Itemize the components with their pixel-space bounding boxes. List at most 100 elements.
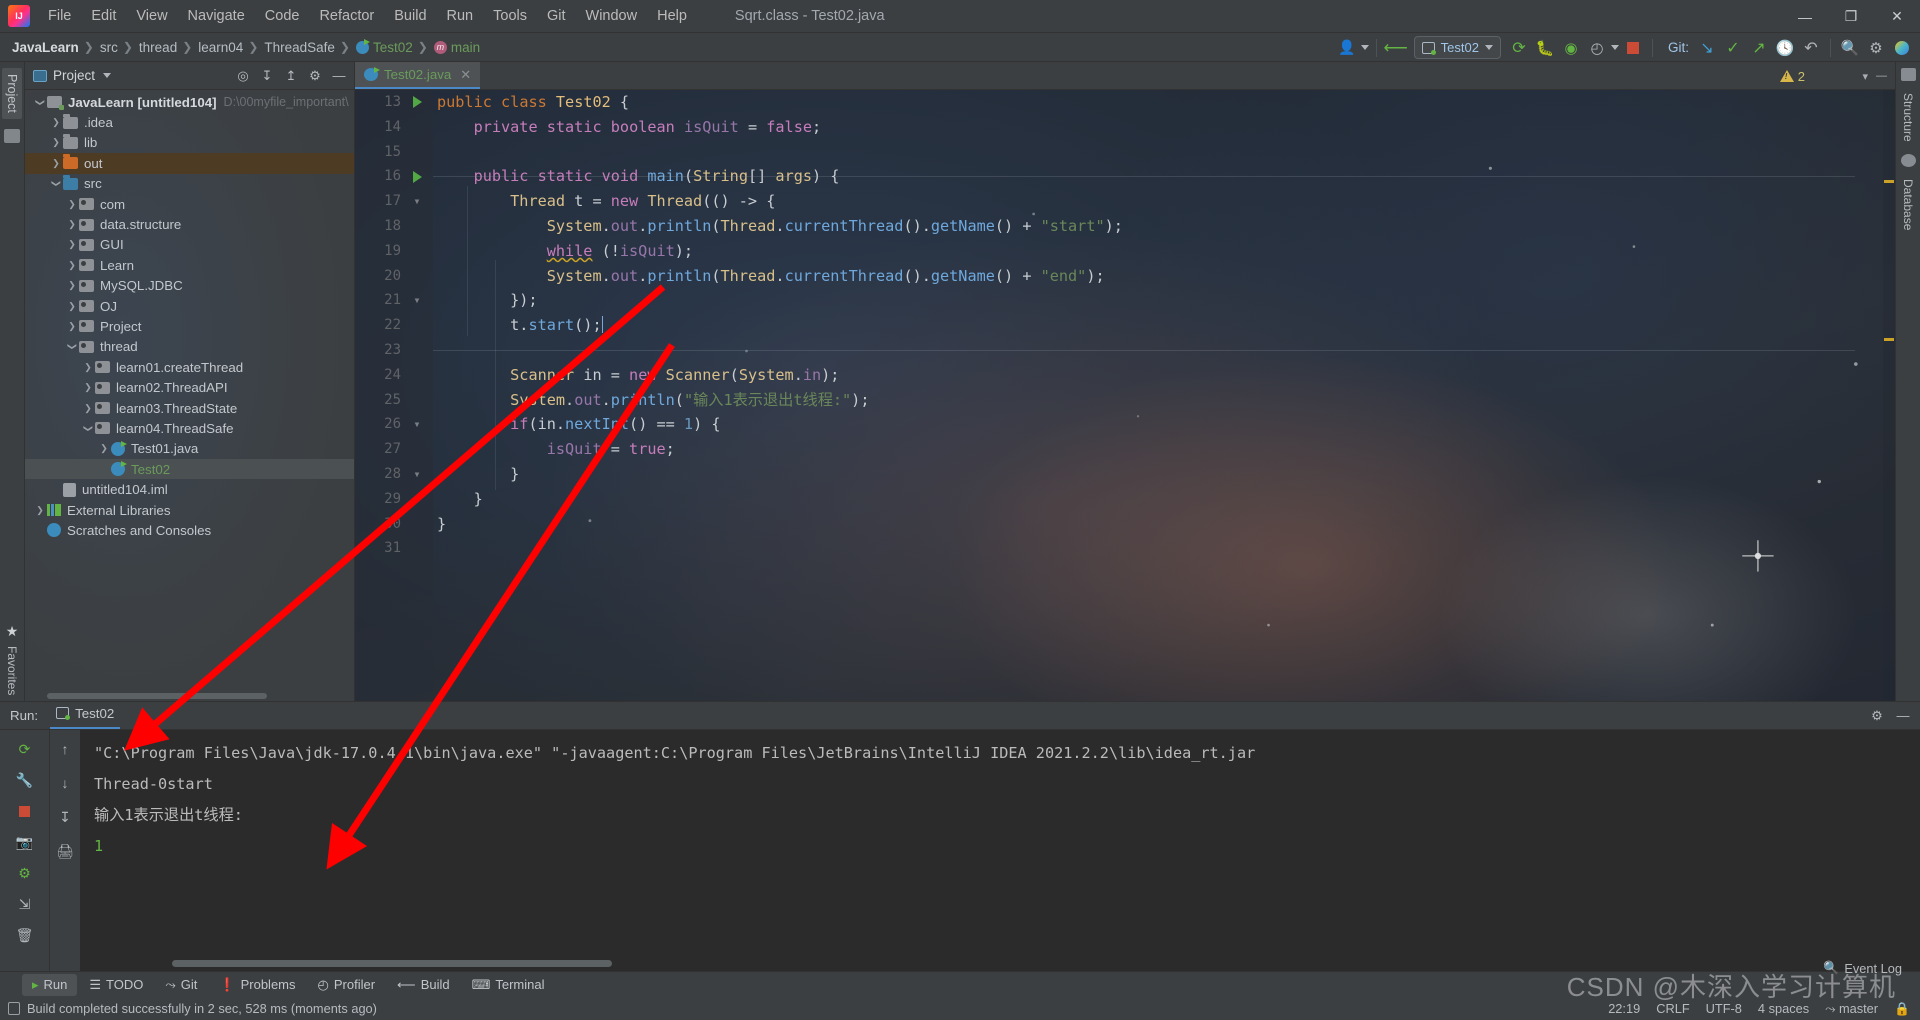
menu-refactor[interactable]: Refactor bbox=[309, 4, 384, 28]
chevron-down-icon[interactable] bbox=[1360, 45, 1369, 50]
rerun-icon[interactable]: ⟳ bbox=[13, 738, 37, 760]
tree-row[interactable]: GUI bbox=[25, 235, 354, 255]
threads-icon[interactable]: ⚙ bbox=[13, 862, 37, 884]
hide-panel-icon[interactable]: — bbox=[1892, 705, 1914, 727]
tree-row[interactable]: .idea bbox=[25, 112, 354, 132]
project-tree[interactable]: JavaLearn [untitled104] D:\00myfile_impor… bbox=[25, 90, 354, 701]
code-line[interactable]: 30} bbox=[355, 512, 1895, 537]
menu-view[interactable]: View bbox=[126, 4, 177, 28]
code-line[interactable]: 31 bbox=[355, 536, 1895, 561]
expand-all-icon[interactable]: ↧ bbox=[256, 65, 278, 87]
trash-icon[interactable]: 🗑 bbox=[13, 924, 37, 946]
editor-vertical-scrollbar[interactable] bbox=[1883, 90, 1895, 701]
tree-row[interactable]: out bbox=[25, 153, 354, 174]
star-icon[interactable]: ★ bbox=[6, 623, 19, 640]
tree-expand-arrow-icon[interactable] bbox=[81, 423, 95, 434]
console-horizontal-scrollbar[interactable] bbox=[172, 960, 612, 967]
scroll-to-end-icon[interactable]: ↧ bbox=[53, 806, 77, 828]
error-stripe-mark[interactable] bbox=[1884, 338, 1894, 341]
hide-panel-icon[interactable]: — bbox=[328, 65, 350, 87]
tree-expand-arrow-icon[interactable] bbox=[49, 178, 63, 189]
down-arrow-icon[interactable]: ↓ bbox=[53, 772, 77, 794]
tree-row[interactable]: Learn bbox=[25, 255, 354, 275]
tree-row[interactable]: learn04.ThreadSafe bbox=[25, 418, 354, 438]
close-button[interactable]: ✕ bbox=[1874, 0, 1920, 33]
tree-expand-arrow-icon[interactable] bbox=[65, 301, 79, 312]
run-gutter-icon[interactable] bbox=[401, 96, 433, 109]
menu-window[interactable]: Window bbox=[576, 4, 648, 28]
tree-row[interactable]: learn02.ThreadAPI bbox=[25, 377, 354, 397]
menu-run[interactable]: Run bbox=[437, 4, 484, 28]
tree-row[interactable]: Scratches and Consoles bbox=[25, 520, 354, 540]
tree-expand-arrow-icon[interactable] bbox=[49, 117, 63, 128]
print-icon[interactable]: 🖨 bbox=[53, 840, 77, 862]
status-indent[interactable]: 4 spaces bbox=[1758, 1001, 1809, 1016]
code-line[interactable]: 26 ▾ if(in.nextInt() == 1) { bbox=[355, 412, 1895, 437]
code-lines[interactable]: 13 public class Test02 {14 private static… bbox=[355, 90, 1895, 701]
code-line[interactable]: 17 ▾ Thread t = new Thread(() -> { bbox=[355, 189, 1895, 214]
wrench-icon[interactable]: 🔧 bbox=[13, 769, 37, 791]
sidebar-tab-favorites[interactable]: Favorites bbox=[5, 646, 19, 695]
toolwindow-build[interactable]: ⟵ Build bbox=[387, 974, 460, 996]
tab-test02-java[interactable]: Test02.java ✕ bbox=[355, 62, 481, 89]
tree-row[interactable]: Test02 bbox=[25, 459, 354, 480]
tree-expand-arrow-icon[interactable] bbox=[49, 137, 63, 148]
tree-row[interactable]: Project bbox=[25, 316, 354, 336]
profiler-icon[interactable]: ◴ bbox=[1585, 36, 1609, 60]
code-line[interactable]: 24 Scanner in = new Scanner(System.in); bbox=[355, 363, 1895, 388]
breadcrumb-test02[interactable]: Test02 bbox=[352, 38, 416, 57]
tree-row[interactable]: OJ bbox=[25, 296, 354, 316]
breadcrumb-javalearn[interactable]: JavaLearn bbox=[8, 38, 82, 57]
tree-row[interactable]: learn03.ThreadState bbox=[25, 398, 354, 418]
stop-icon[interactable] bbox=[13, 800, 37, 822]
tree-expand-arrow-icon[interactable] bbox=[97, 443, 111, 454]
tree-expand-arrow-icon[interactable] bbox=[49, 158, 63, 169]
breadcrumb-threadsafe[interactable]: ThreadSafe bbox=[260, 38, 338, 57]
error-stripe-mark[interactable] bbox=[1884, 180, 1894, 183]
tree-row[interactable]: untitled104.iml bbox=[25, 479, 354, 499]
settings-icon[interactable]: ⚙ bbox=[1864, 36, 1888, 60]
status-line-separator[interactable]: CRLF bbox=[1656, 1001, 1689, 1016]
history-icon[interactable]: 🕓 bbox=[1773, 36, 1797, 60]
run-configuration-selector[interactable]: Test02 bbox=[1413, 36, 1501, 59]
tree-expand-arrow-icon[interactable] bbox=[65, 321, 79, 332]
code-line[interactable]: 28 ▾ } bbox=[355, 462, 1895, 487]
toolwindow-problems[interactable]: ❗ Problems bbox=[209, 974, 305, 996]
tree-expand-arrow-icon[interactable] bbox=[81, 403, 95, 414]
settings-icon[interactable]: ⚙ bbox=[1866, 705, 1888, 727]
tree-expand-arrow-icon[interactable] bbox=[65, 341, 79, 352]
camera-icon[interactable]: 📷 bbox=[13, 831, 37, 853]
debug-icon[interactable]: 🐛 bbox=[1533, 36, 1557, 60]
hide-icon[interactable]: — bbox=[1876, 70, 1887, 82]
commit-icon[interactable]: ✓ bbox=[1721, 36, 1745, 60]
toolwindow-run[interactable]: ▸ Run bbox=[22, 973, 78, 996]
tree-expand-arrow-icon[interactable] bbox=[81, 362, 95, 373]
close-icon[interactable]: ✕ bbox=[460, 67, 471, 83]
breadcrumb-learn04[interactable]: learn04 bbox=[194, 38, 246, 57]
push-icon[interactable]: ↗ bbox=[1747, 36, 1771, 60]
maximize-button[interactable]: ❐ bbox=[1828, 0, 1874, 33]
tree-row[interactable]: data.structure bbox=[25, 214, 354, 234]
export-icon[interactable]: ⇲ bbox=[13, 893, 37, 915]
warning-indicator[interactable]: 2 bbox=[1779, 62, 1805, 90]
code-line[interactable]: 13 public class Test02 { bbox=[355, 90, 1895, 115]
fold-gutter-icon[interactable]: ▾ bbox=[401, 189, 433, 214]
fold-gutter-icon[interactable]: ▾ bbox=[401, 412, 433, 437]
tree-row[interactable]: JavaLearn [untitled104] D:\00myfile_impor… bbox=[25, 92, 354, 112]
rerun-icon[interactable]: ⟳ bbox=[1507, 36, 1531, 60]
up-arrow-icon[interactable]: ↑ bbox=[53, 738, 77, 760]
breadcrumb-src[interactable]: src bbox=[96, 38, 121, 57]
fold-gutter-icon[interactable]: ▾ bbox=[401, 288, 433, 313]
tree-row[interactable]: Test01.java bbox=[25, 439, 354, 459]
hammer-icon[interactable]: ⟵ bbox=[1383, 36, 1407, 60]
toolwindow-profiler[interactable]: ◴ Profiler bbox=[308, 974, 386, 996]
chevron-down-icon[interactable] bbox=[1610, 45, 1619, 50]
code-line[interactable]: 18 System.out.println(Thread.currentThre… bbox=[355, 214, 1895, 239]
run-gutter-icon[interactable] bbox=[401, 170, 433, 183]
fold-gutter-icon[interactable]: ▾ bbox=[401, 487, 433, 512]
undo-icon[interactable]: ↶ bbox=[1799, 36, 1823, 60]
tree-row[interactable]: src bbox=[25, 174, 354, 194]
code-line[interactable]: 15 bbox=[355, 140, 1895, 165]
tree-row[interactable]: thread bbox=[25, 337, 354, 357]
tree-expand-arrow-icon[interactable] bbox=[65, 280, 79, 291]
